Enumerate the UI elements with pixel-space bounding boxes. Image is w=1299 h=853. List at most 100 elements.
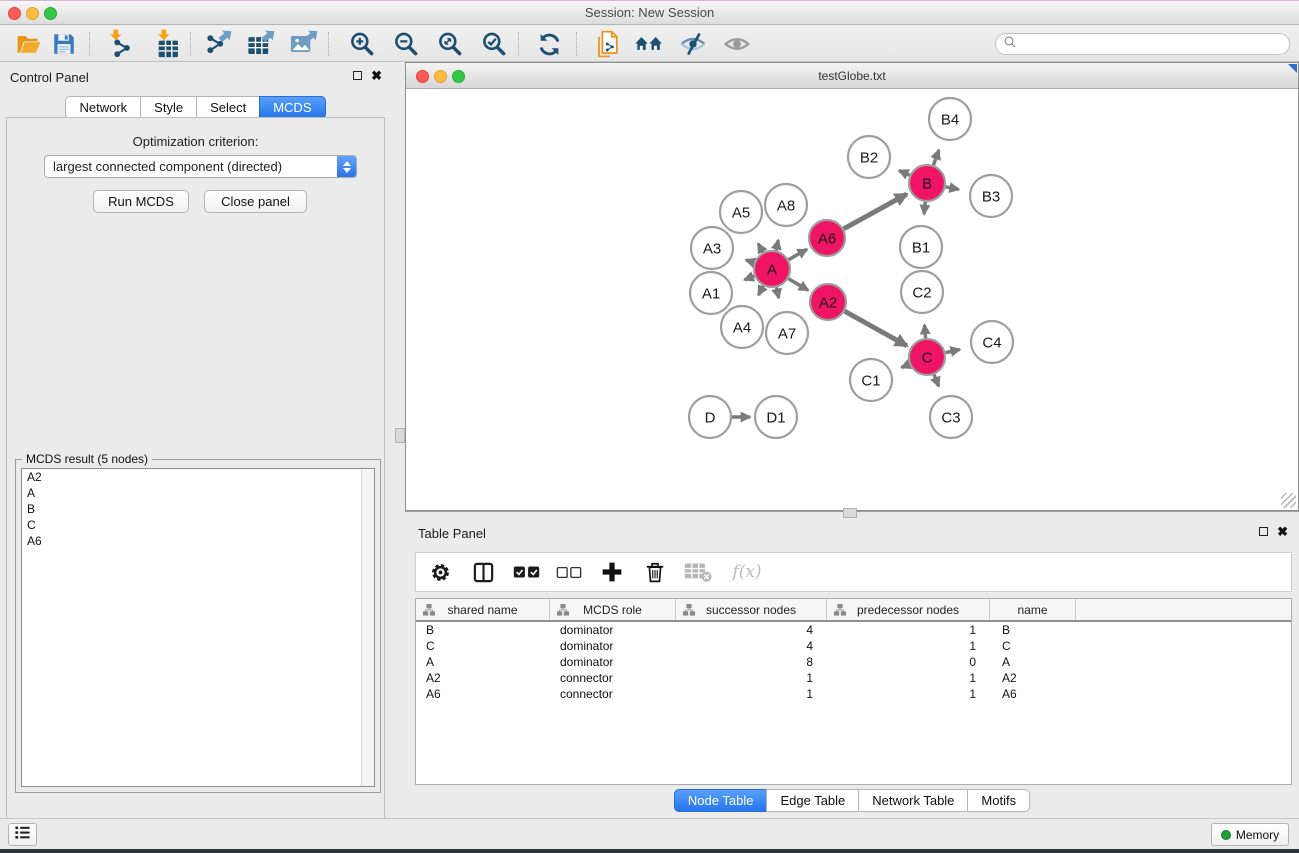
network-canvas[interactable]: B4B2BB3A8A5A6A3B1AA1C2A2A4A7C4CC1C3DD1 <box>406 89 1298 510</box>
show-all-icon[interactable] <box>721 29 753 59</box>
tab-network[interactable]: Network <box>65 96 141 119</box>
open-session-icon[interactable] <box>13 29 45 59</box>
graph-node-D[interactable]: D <box>689 396 731 438</box>
graph-node-B2[interactable]: B2 <box>848 136 890 178</box>
table-mode-icon[interactable] <box>426 557 454 587</box>
tab-style[interactable]: Style <box>140 96 197 119</box>
close-panel-icon[interactable]: ✖ <box>371 68 382 83</box>
zoom-out-icon[interactable] <box>390 29 422 59</box>
splitter-handle-horizontal[interactable] <box>843 508 857 518</box>
graph-node-B[interactable]: B <box>909 165 945 201</box>
deselect-all-icon[interactable] <box>555 557 583 587</box>
select-all-icon[interactable] <box>512 557 540 587</box>
result-item[interactable]: C <box>22 517 374 533</box>
export-image-icon[interactable] <box>289 29 321 59</box>
zoom-selected-icon[interactable] <box>478 29 510 59</box>
graph-node-A1[interactable]: A1 <box>690 272 732 314</box>
graph-edge-B-B3[interactable] <box>946 187 959 190</box>
splitter-handle-vertical[interactable] <box>395 428 405 443</box>
export-network-icon[interactable] <box>203 29 235 59</box>
column-header-mcds-role[interactable]: MCDS role <box>550 599 676 620</box>
graph-node-C2[interactable]: C2 <box>901 271 943 313</box>
graph-edge-C-C1[interactable] <box>902 364 910 367</box>
graph-edge-A-A3[interactable] <box>746 260 754 263</box>
column-header-successor-nodes[interactable]: successor nodes <box>676 599 827 620</box>
graph-node-C4[interactable]: C4 <box>971 321 1013 363</box>
result-item[interactable]: A <box>22 485 374 501</box>
graph-node-C1[interactable]: C1 <box>850 359 892 401</box>
graph-edge-A-A1[interactable] <box>745 276 755 280</box>
network-window-titlebar[interactable]: testGlobe.txt <box>406 63 1298 89</box>
result-item[interactable]: A6 <box>22 533 374 549</box>
splitter-horizontal[interactable] <box>405 511 1299 518</box>
graph-edge-A-A8[interactable] <box>776 240 778 250</box>
show-panels-button[interactable] <box>8 823 37 846</box>
graph-edge-A6-B[interactable] <box>844 194 907 229</box>
import-network-icon[interactable] <box>103 29 135 59</box>
graph-node-C[interactable]: C <box>909 339 945 375</box>
resize-grip[interactable] <box>1281 493 1296 508</box>
float-panel-icon[interactable] <box>353 71 362 80</box>
result-scrollbar[interactable] <box>361 469 374 786</box>
search-input[interactable] <box>1021 35 1289 53</box>
graph-edge-A-A5[interactable] <box>758 244 763 253</box>
graph-edge-A-A6[interactable] <box>789 249 807 259</box>
graph-node-A3[interactable]: A3 <box>691 227 733 269</box>
graph-node-B4[interactable]: B4 <box>929 98 971 140</box>
table-row[interactable]: Adominator80A <box>416 654 1291 670</box>
first-neighbors-icon[interactable] <box>633 29 665 59</box>
close-panel-button[interactable]: Close panel <box>204 190 307 213</box>
result-item[interactable]: B <box>22 501 374 517</box>
tab-network-table[interactable]: Network Table <box>858 789 968 812</box>
graph-edge-A-A7[interactable] <box>776 287 778 297</box>
graph-edge-B-B1[interactable] <box>924 202 925 214</box>
graph-edge-A-A2[interactable] <box>788 279 808 291</box>
save-session-icon[interactable] <box>48 29 80 59</box>
import-table-icon[interactable] <box>151 29 183 59</box>
graph-node-A6[interactable]: A6 <box>809 220 845 256</box>
run-mcds-button[interactable]: Run MCDS <box>93 190 189 213</box>
table-close-panel-icon[interactable]: ✖ <box>1277 524 1288 539</box>
tab-mcds[interactable]: MCDS <box>259 96 325 119</box>
table-row[interactable]: Bdominator41B <box>416 622 1291 638</box>
graph-edge-A2-C[interactable] <box>845 311 907 346</box>
graph-edge-B-B4[interactable] <box>933 150 938 165</box>
tab-node-table[interactable]: Node Table <box>674 789 768 812</box>
search-box[interactable] <box>995 33 1290 55</box>
graph-edge-C-C3[interactable] <box>934 375 939 387</box>
graph-edge-A-A4[interactable] <box>759 286 764 295</box>
graph-node-A5[interactable]: A5 <box>720 191 762 233</box>
zoom-in-icon[interactable] <box>346 29 378 59</box>
tab-edge-table[interactable]: Edge Table <box>766 789 859 812</box>
column-header-name[interactable]: name <box>990 599 1076 620</box>
zoom-fit-icon[interactable] <box>434 29 466 59</box>
graph-edge-C-C4[interactable] <box>946 349 960 352</box>
memory-button[interactable]: Memory <box>1211 823 1289 846</box>
tab-select[interactable]: Select <box>196 96 260 119</box>
graph-node-A8[interactable]: A8 <box>765 184 807 226</box>
show-columns-icon[interactable] <box>469 557 497 587</box>
column-header-shared-name[interactable]: shared name <box>416 599 550 620</box>
delete-columns-icon[interactable] <box>641 557 669 587</box>
refresh-icon[interactable] <box>533 29 565 59</box>
criterion-select[interactable]: largest connected component (directed) <box>44 155 357 178</box>
graph-edge-C-C2[interactable] <box>925 325 926 338</box>
graph-node-A4[interactable]: A4 <box>721 306 763 348</box>
table-float-panel-icon[interactable] <box>1259 527 1268 536</box>
table-row[interactable]: A2connector11A2 <box>416 670 1291 686</box>
result-item[interactable]: A2 <box>22 469 374 485</box>
hide-selected-icon[interactable] <box>677 29 709 59</box>
tab-motifs[interactable]: Motifs <box>967 789 1030 812</box>
new-column-icon[interactable] <box>598 557 626 587</box>
graph-node-A2[interactable]: A2 <box>810 284 846 320</box>
column-header-predecessor-nodes[interactable]: predecessor nodes <box>827 599 990 620</box>
table-row[interactable]: Cdominator41C <box>416 638 1291 654</box>
graph-node-A[interactable]: A <box>754 251 790 287</box>
new-network-from-selection-icon[interactable] <box>591 29 623 59</box>
graph-node-B1[interactable]: B1 <box>900 226 942 268</box>
table-row[interactable]: A6connector11A6 <box>416 686 1291 702</box>
graph-node-B3[interactable]: B3 <box>970 175 1012 217</box>
graph-node-C3[interactable]: C3 <box>930 396 972 438</box>
graph-node-A7[interactable]: A7 <box>766 312 808 354</box>
graph-edge-B-B2[interactable] <box>899 170 910 175</box>
